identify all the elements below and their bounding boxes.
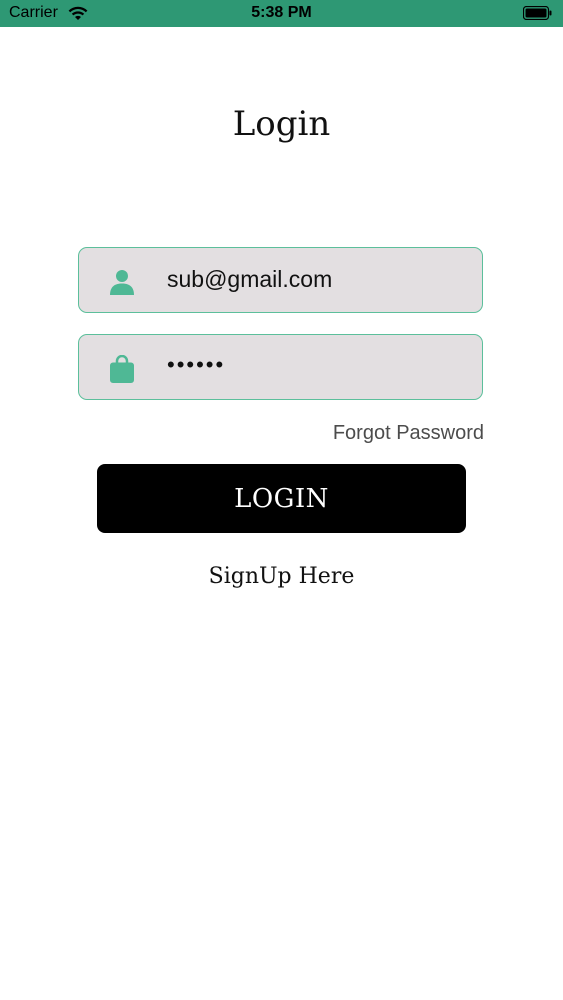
person-icon xyxy=(110,270,134,295)
status-bar: Carrier 5:38 PM xyxy=(0,0,563,27)
battery-icon xyxy=(523,6,552,20)
forgot-password-link[interactable]: Forgot Password xyxy=(333,422,484,445)
status-time: 5:38 PM xyxy=(251,4,312,21)
email-field[interactable]: sub@gmail.com xyxy=(78,247,483,313)
password-value[interactable]: •••••• xyxy=(167,352,225,378)
password-field[interactable]: •••••• xyxy=(78,334,483,400)
page-title: Login xyxy=(232,104,331,144)
bag-icon xyxy=(110,355,134,383)
signup-link[interactable]: SignUp Here xyxy=(0,564,563,589)
email-value[interactable]: sub@gmail.com xyxy=(167,266,332,293)
login-button[interactable]: LOGIN xyxy=(97,464,466,533)
